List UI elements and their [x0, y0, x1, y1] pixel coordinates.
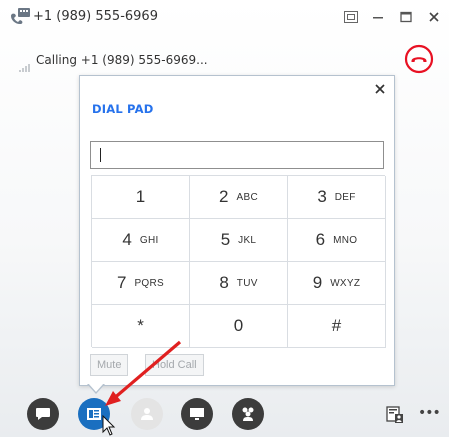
- key-letters: WXYZ: [330, 277, 361, 289]
- key-digit: 0: [233, 316, 244, 335]
- title-bar: +1 (989) 555-6969: [0, 0, 449, 36]
- key-9[interactable]: 9 WXYZ: [288, 262, 386, 305]
- video-icon: [141, 408, 153, 420]
- key-letters: MNO: [333, 234, 358, 246]
- key-digit: *: [137, 316, 144, 335]
- maximize-icon[interactable]: [395, 6, 417, 28]
- key-5[interactable]: 5 JKL: [190, 219, 288, 262]
- participants-button[interactable]: [232, 398, 264, 430]
- key-hash[interactable]: #: [288, 305, 386, 348]
- participants-icon: [242, 407, 254, 421]
- key-digit: 1: [135, 187, 146, 206]
- key-3[interactable]: 3 DEF: [288, 176, 386, 219]
- key-digit: 6: [315, 230, 326, 249]
- key-4[interactable]: 4 GHI: [92, 219, 190, 262]
- compact-view-icon[interactable]: [340, 6, 362, 28]
- minimize-icon[interactable]: [367, 6, 389, 28]
- key-letters: ABC: [236, 191, 258, 203]
- dial-pad-input[interactable]: [90, 141, 384, 169]
- key-digit: 4: [122, 230, 132, 249]
- window-title: +1 (989) 555-6969: [33, 9, 158, 24]
- dial-pad-panel: DIAL PAD 1 2 ABC 3 DEF 4 GHI 5 JKL 6 MNO…: [79, 75, 395, 386]
- dial-pad-pointer: [87, 383, 105, 394]
- key-digit: 7: [116, 273, 127, 292]
- key-8[interactable]: 8 TUV: [190, 262, 288, 305]
- im-icon: [36, 408, 50, 420]
- key-star[interactable]: *: [92, 305, 190, 348]
- present-icon: [190, 408, 204, 420]
- dialpad-icon: [87, 408, 101, 420]
- hang-up-button[interactable]: [404, 44, 434, 74]
- key-digit: 3: [317, 187, 327, 206]
- mute-button[interactable]: Mute: [90, 354, 129, 376]
- keypad: 1 2 ABC 3 DEF 4 GHI 5 JKL 6 MNO 7 PQRS 8…: [91, 175, 386, 348]
- call-window-icon: [9, 7, 31, 25]
- im-button[interactable]: [27, 398, 59, 430]
- key-digit: 8: [219, 273, 229, 292]
- call-status-row: Calling +1 (989) 555-6969...: [0, 44, 449, 76]
- signal-strength-icon: [19, 57, 33, 76]
- close-icon[interactable]: [423, 6, 445, 28]
- text-caret: [100, 148, 101, 162]
- dial-pad-title: DIAL PAD: [92, 102, 154, 116]
- video-button[interactable]: [131, 398, 163, 430]
- key-7[interactable]: 7 PQRS: [92, 262, 190, 305]
- key-6[interactable]: 6 MNO: [288, 219, 386, 262]
- key-digit: #: [331, 316, 342, 335]
- key-1[interactable]: 1: [92, 176, 190, 219]
- key-2[interactable]: 2 ABC: [190, 176, 288, 219]
- more-options-icon[interactable]: •••: [418, 405, 441, 421]
- hang-up-icon: [404, 44, 434, 74]
- dialpad-button[interactable]: [78, 398, 110, 430]
- key-letters: PQRS: [134, 277, 164, 289]
- key-letters: DEF: [334, 191, 356, 203]
- hold-call-button[interactable]: Hold Call: [145, 354, 204, 376]
- key-letters: JKL: [238, 234, 257, 246]
- key-digit: 2: [219, 187, 229, 206]
- key-0[interactable]: 0: [190, 305, 288, 348]
- call-status-text: Calling +1 (989) 555-6969...: [36, 53, 208, 67]
- dial-pad-close-icon[interactable]: [373, 81, 387, 95]
- contact-card-icon[interactable]: [386, 406, 404, 428]
- key-letters: TUV: [236, 277, 258, 289]
- present-button[interactable]: [181, 398, 213, 430]
- key-digit: 5: [220, 230, 231, 249]
- key-digit: 9: [312, 273, 323, 292]
- key-letters: GHI: [139, 234, 159, 246]
